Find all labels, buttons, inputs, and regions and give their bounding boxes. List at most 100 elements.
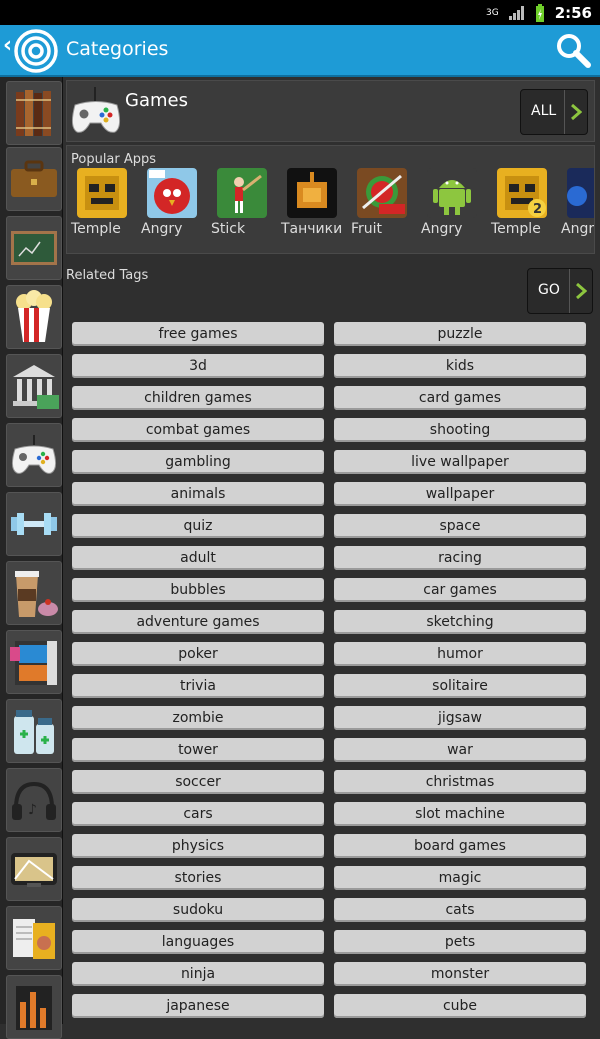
tag-button[interactable]: shooting: [334, 418, 586, 442]
tag-button[interactable]: monster: [334, 962, 586, 986]
tag-button[interactable]: jigsaw: [334, 706, 586, 730]
tag-button[interactable]: wallpaper: [334, 482, 586, 506]
medicine-icon: [14, 710, 54, 754]
tag-button[interactable]: cars: [72, 802, 324, 826]
equalizer-icon: [16, 986, 52, 1030]
stick-cricket-icon: [217, 168, 267, 218]
sidebar-item-games[interactable]: [6, 423, 62, 487]
tag-button[interactable]: sketching: [334, 610, 586, 634]
tag-button[interactable]: tower: [72, 738, 324, 762]
chevron-right-icon: [564, 90, 587, 134]
tag-button[interactable]: poker: [72, 642, 324, 666]
tag-button[interactable]: pets: [334, 930, 586, 954]
clock: 2:56: [554, 3, 592, 22]
tag-button[interactable]: christmas: [334, 770, 586, 794]
app-item[interactable]: Танчики: [277, 168, 347, 253]
popcorn-icon: [16, 290, 52, 342]
sidebar-item-entertainment[interactable]: [6, 285, 62, 349]
tag-button[interactable]: gambling: [72, 450, 324, 474]
sidebar-item-education[interactable]: [6, 216, 62, 280]
tag-button[interactable]: space: [334, 514, 586, 538]
sidebar-item-lifestyle[interactable]: [6, 561, 62, 625]
app-name: Angry: [421, 221, 463, 237]
popular-apps-label: Popular Apps: [71, 152, 157, 167]
tag-button[interactable]: cats: [334, 898, 586, 922]
tag-button[interactable]: war: [334, 738, 586, 762]
app-name: Fruit: [351, 221, 383, 237]
tag-button[interactable]: combat games: [72, 418, 324, 442]
tag-button[interactable]: sudoku: [72, 898, 324, 922]
tag-button[interactable]: ninja: [72, 962, 324, 986]
coffee-icon: [15, 571, 58, 617]
sidebar-item-music[interactable]: ♪: [6, 768, 62, 832]
tag-button[interactable]: physics: [72, 834, 324, 858]
battery-charging-icon: [535, 3, 544, 22]
app-name: Stick: [211, 221, 246, 237]
tanks-icon: [287, 168, 337, 218]
go-button[interactable]: GO: [527, 268, 593, 314]
tag-button[interactable]: card games: [334, 386, 586, 410]
sidebar-item-health[interactable]: [6, 492, 62, 556]
signal-icon: [508, 5, 524, 20]
tag-button[interactable]: 3d: [72, 354, 324, 378]
search-icon[interactable]: [554, 31, 594, 69]
app-logo-icon[interactable]: [14, 29, 58, 73]
tag-button[interactable]: japanese: [72, 994, 324, 1018]
app-item[interactable]: Angry: [137, 168, 207, 253]
status-bar: 3G 2:56: [0, 0, 600, 25]
sidebar-item-finance[interactable]: [6, 354, 62, 418]
app-item[interactable]: Angry: [557, 168, 594, 253]
tag-button[interactable]: humor: [334, 642, 586, 666]
app-item[interactable]: Temple: [67, 168, 137, 253]
tag-button[interactable]: zombie: [72, 706, 324, 730]
tag-button[interactable]: cube: [334, 994, 586, 1018]
tag-button[interactable]: racing: [334, 546, 586, 570]
app-item[interactable]: 2 Temple: [487, 168, 557, 253]
tag-button[interactable]: bubbles: [72, 578, 324, 602]
app-name: Танчики: [281, 221, 343, 237]
tag-button[interactable]: stories: [72, 866, 324, 890]
app-item[interactable]: Stick: [207, 168, 277, 253]
popular-apps-panel: Popular Apps Temple Angry Stick Танчики …: [66, 145, 595, 254]
android-icon: [427, 168, 477, 218]
tag-button[interactable]: adventure games: [72, 610, 324, 634]
tag-button[interactable]: children games: [72, 386, 324, 410]
tag-button[interactable]: kids: [334, 354, 586, 378]
books-icon: [16, 90, 51, 136]
angry-birds-icon: [147, 168, 197, 218]
category-sidebar: ♪: [0, 77, 63, 1039]
tag-button[interactable]: animals: [72, 482, 324, 506]
svg-text:♪: ♪: [28, 802, 37, 818]
sidebar-item-media[interactable]: [6, 630, 62, 694]
navigation-icon: [11, 853, 57, 887]
related-tags-label: Related Tags: [66, 268, 149, 283]
app-item[interactable]: Fruit: [347, 168, 417, 253]
tag-button[interactable]: puzzle: [334, 322, 586, 346]
tag-button[interactable]: slot machine: [334, 802, 586, 826]
tag-button[interactable]: live wallpaper: [334, 450, 586, 474]
tag-button[interactable]: board games: [334, 834, 586, 858]
film-icon: [10, 641, 57, 685]
tag-button[interactable]: magic: [334, 866, 586, 890]
tag-button[interactable]: adult: [72, 546, 324, 570]
sidebar-item-medical[interactable]: [6, 699, 62, 763]
sidebar-item-audio[interactable]: [6, 975, 62, 1039]
sidebar-item-navigation[interactable]: [6, 837, 62, 901]
tag-button[interactable]: quiz: [72, 514, 324, 538]
tag-button[interactable]: soccer: [72, 770, 324, 794]
tag-button[interactable]: solitaire: [334, 674, 586, 698]
fruit-ninja-icon: [357, 168, 407, 218]
sidebar-item-news[interactable]: [6, 906, 62, 970]
gamepad-icon: [11, 435, 57, 474]
svg-text:2: 2: [533, 202, 542, 217]
sidebar-item-books[interactable]: [6, 81, 62, 145]
tag-button[interactable]: languages: [72, 930, 324, 954]
magazines-icon: [13, 919, 55, 959]
tag-button[interactable]: free games: [72, 322, 324, 346]
app-item[interactable]: Angry: [417, 168, 487, 253]
sidebar-item-business[interactable]: [6, 147, 62, 211]
all-button[interactable]: ALL: [520, 89, 588, 135]
back-icon[interactable]: ‹: [3, 33, 12, 58]
tag-button[interactable]: car games: [334, 578, 586, 602]
tag-button[interactable]: trivia: [72, 674, 324, 698]
